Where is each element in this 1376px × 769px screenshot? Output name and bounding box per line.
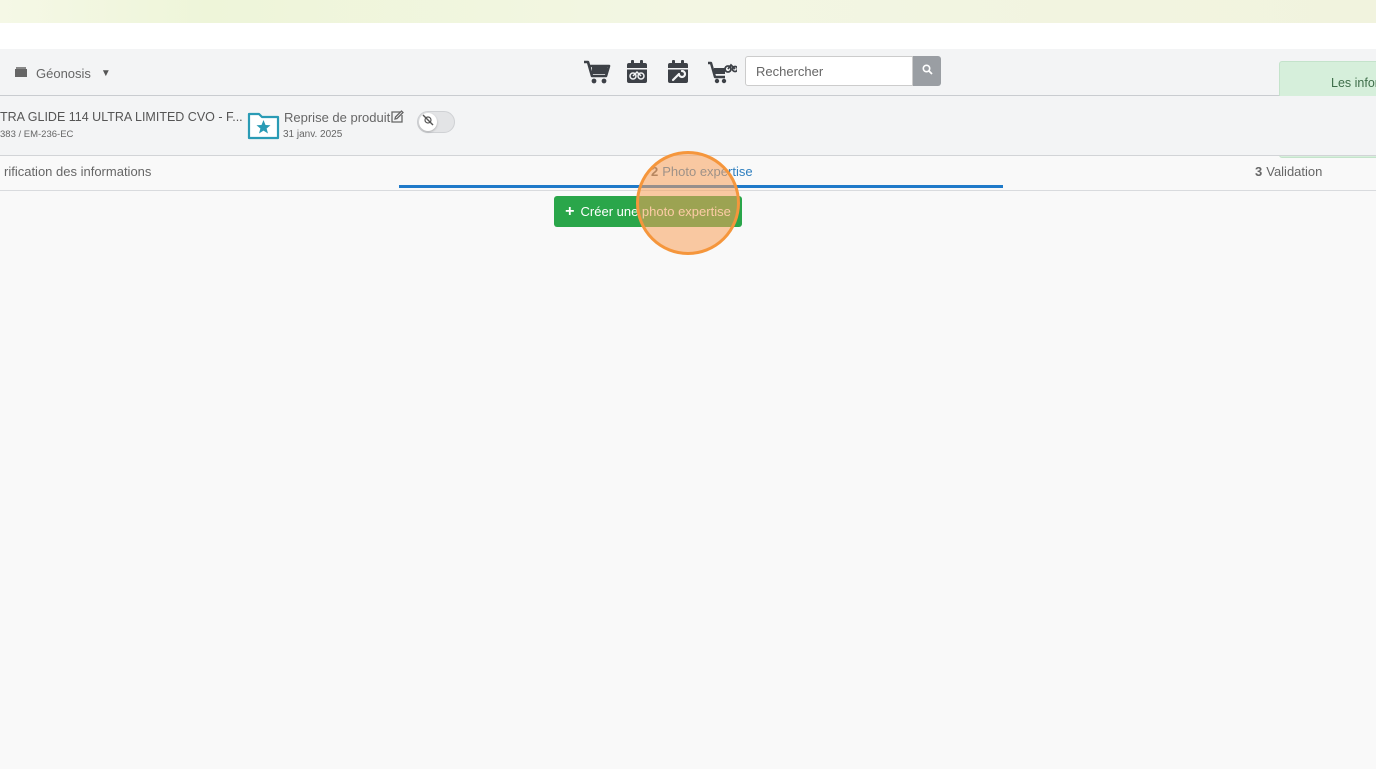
status-toggle[interactable]	[417, 111, 455, 133]
folder-star-icon	[247, 110, 280, 145]
step-photo-expertise-number: 2	[651, 164, 659, 179]
calendar-motorbike-icon[interactable]	[625, 59, 649, 85]
search-icon	[921, 62, 933, 80]
disabled-eye-icon	[422, 113, 434, 131]
reprise-date: 31 janv. 2025	[283, 129, 343, 140]
vehicle-reference: 383 / EM-236-EC	[0, 129, 74, 140]
edit-icon[interactable]	[390, 110, 404, 129]
header-spacer	[0, 23, 1376, 49]
chevron-down-icon: ▼	[100, 67, 111, 79]
search-input[interactable]	[745, 56, 913, 86]
store-selector[interactable]: Géonosis ▼	[14, 64, 111, 82]
step-validation-label: Validation	[1266, 164, 1323, 179]
step-verification[interactable]: rification des informations	[0, 164, 151, 179]
cart-icon[interactable]	[583, 59, 611, 85]
plus-icon: +	[565, 202, 575, 220]
step-photo-expertise-label: Photo expertise	[662, 164, 753, 179]
vehicle-title[interactable]: TRA GLIDE 114 ULTRA LIMITED CVO - F...	[0, 110, 243, 124]
toggle-knob	[419, 113, 437, 131]
step-verification-label: rification des informations	[4, 164, 152, 179]
step-validation-number: 3	[1255, 164, 1263, 179]
top-navbar: Géonosis ▼	[0, 49, 1376, 96]
active-step-underline	[399, 185, 1003, 188]
reprise-label: Reprise de produit	[284, 110, 391, 125]
store-name: Géonosis	[36, 65, 91, 81]
step-photo-expertise[interactable]: 2 Photo expertise	[651, 164, 753, 179]
store-icon	[14, 66, 28, 81]
top-banner-strip	[0, 0, 1376, 23]
step-validation[interactable]: 3 Validation	[1255, 164, 1322, 179]
search-button[interactable]	[913, 56, 941, 86]
calendar-wrench-icon[interactable]	[666, 59, 690, 85]
cart-motorbike-icon[interactable]	[707, 59, 739, 85]
create-photo-expertise-button[interactable]: + Créer une photo expertise	[554, 196, 742, 227]
record-header: TRA GLIDE 114 ULTRA LIMITED CVO - F... 3…	[0, 96, 1376, 156]
create-photo-expertise-label: Créer une photo expertise	[580, 204, 731, 219]
